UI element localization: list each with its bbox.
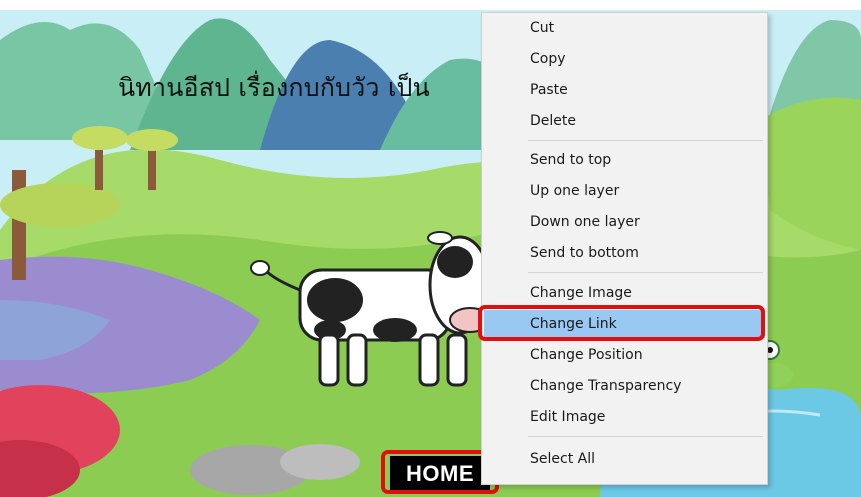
menu-item-select-all[interactable]: Select All xyxy=(484,445,765,473)
menu-separator xyxy=(528,140,763,141)
canvas-stage[interactable]: นิทานอีสป เรื่องกบกับวัว เป็น HOME Cut C… xyxy=(0,0,861,497)
menu-item-send-to-bottom[interactable]: Send to bottom xyxy=(484,239,765,267)
menu-item-up-one-layer[interactable]: Up one layer xyxy=(484,177,765,205)
menu-item-change-transparency[interactable]: Change Transparency xyxy=(484,372,765,400)
menu-item-change-image[interactable]: Change Image xyxy=(484,279,765,307)
menu-item-edit-image[interactable]: Edit Image xyxy=(484,403,765,431)
context-menu: Cut Copy Paste Delete Send to top Up one… xyxy=(481,12,768,485)
menu-item-down-one-layer[interactable]: Down one layer xyxy=(484,208,765,236)
menu-item-copy[interactable]: Copy xyxy=(484,45,765,73)
menu-item-send-to-top[interactable]: Send to top xyxy=(484,146,765,174)
change-link-highlight xyxy=(478,305,765,341)
menu-item-cut[interactable]: Cut xyxy=(484,14,765,42)
story-title: นิทานอีสป เรื่องกบกับวัว เป็น xyxy=(118,73,430,102)
menu-item-change-position[interactable]: Change Position xyxy=(484,341,765,369)
menu-separator xyxy=(528,436,763,437)
menu-item-paste[interactable]: Paste xyxy=(484,76,765,104)
menu-separator xyxy=(528,272,763,273)
menu-item-delete[interactable]: Delete xyxy=(484,107,765,135)
